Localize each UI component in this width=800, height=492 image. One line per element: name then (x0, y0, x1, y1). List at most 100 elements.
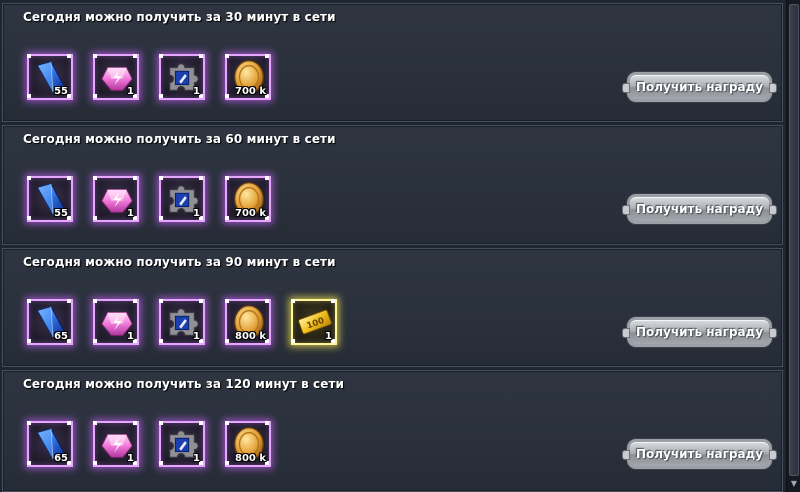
reward-panel: Сегодня можно получить за 90 минут в сет… (2, 248, 783, 367)
slot-corner-sparkle (27, 461, 31, 465)
reward-title: Сегодня можно получить за 60 минут в сет… (23, 132, 336, 146)
item-quantity: 55 (54, 86, 68, 97)
reward-item-slot[interactable]: 1 (159, 421, 205, 467)
slot-corner-sparkle (159, 299, 163, 303)
slot-corner-sparkle (93, 54, 97, 58)
slot-corner-sparkle (159, 94, 163, 98)
slot-corner-sparkle (159, 339, 163, 343)
slot-corner-sparkle (199, 299, 203, 303)
slot-corner-sparkle (93, 216, 97, 220)
reward-panel: Сегодня можно получить за 120 минут в се… (2, 370, 783, 492)
slot-corner-sparkle (225, 54, 229, 58)
slot-corner-sparkle (27, 421, 31, 425)
slot-corner-sparkle (291, 299, 295, 303)
item-quantity: 1 (127, 331, 134, 342)
slot-corner-sparkle (159, 421, 163, 425)
item-quantity: 1 (193, 86, 200, 97)
slot-corner-sparkle (225, 94, 229, 98)
slot-corner-sparkle (27, 299, 31, 303)
reward-item-slot[interactable]: 55 (27, 176, 73, 222)
reward-item-slot[interactable]: 65 (27, 421, 73, 467)
slot-corner-sparkle (133, 54, 137, 58)
reward-item-slot[interactable]: 1 (93, 54, 139, 100)
scrollbar-thumb[interactable] (789, 4, 799, 476)
reward-title: Сегодня можно получить за 120 минут в се… (23, 377, 345, 391)
slot-corner-sparkle (265, 176, 269, 180)
reward-item-slot[interactable]: 800 k (225, 299, 271, 345)
slot-corner-sparkle (199, 421, 203, 425)
reward-item-slot[interactable]: 55 (27, 54, 73, 100)
item-quantity: 800 k (234, 331, 266, 342)
item-quantity: 700 k (234, 208, 266, 219)
reward-list: Сегодня можно получить за 30 минут в сет… (0, 0, 786, 492)
item-quantity: 1 (127, 453, 134, 464)
reward-item-slot[interactable]: 1 (159, 299, 205, 345)
slot-corner-sparkle (27, 176, 31, 180)
slot-corner-sparkle (93, 461, 97, 465)
reward-item-slot[interactable]: 1 (93, 176, 139, 222)
reward-item-slot[interactable]: 1 (159, 54, 205, 100)
reward-item-slot[interactable]: 700 k (225, 54, 271, 100)
reward-panel: Сегодня можно получить за 60 минут в сет… (2, 125, 783, 245)
slot-corner-sparkle (27, 216, 31, 220)
claim-reward-button[interactable]: Получить награду (622, 317, 777, 347)
reward-title: Сегодня можно получить за 30 минут в сет… (23, 10, 336, 24)
slot-corner-sparkle (27, 339, 31, 343)
slot-corner-sparkle (159, 54, 163, 58)
slot-corner-sparkle (133, 299, 137, 303)
slot-corner-sparkle (265, 299, 269, 303)
slot-corner-sparkle (27, 94, 31, 98)
slot-corner-sparkle (199, 176, 203, 180)
slot-corner-sparkle (93, 421, 97, 425)
slot-corner-sparkle (225, 421, 229, 425)
reward-item-slot[interactable]: 1 (93, 421, 139, 467)
slot-corner-sparkle (331, 299, 335, 303)
slot-corner-sparkle (225, 461, 229, 465)
reward-item-slot[interactable]: 65 (27, 299, 73, 345)
slot-corner-sparkle (225, 176, 229, 180)
item-quantity: 55 (54, 208, 68, 219)
claim-reward-button[interactable]: Получить награду (622, 439, 777, 469)
item-quantity: 700 k (234, 86, 266, 97)
reward-item-slot[interactable]: 100 1 (291, 299, 337, 345)
slot-corner-sparkle (27, 54, 31, 58)
slot-corner-sparkle (225, 339, 229, 343)
slot-corner-sparkle (199, 54, 203, 58)
item-quantity: 1 (193, 208, 200, 219)
reward-item-slot[interactable]: 800 k (225, 421, 271, 467)
item-quantity: 65 (54, 453, 68, 464)
item-quantity: 65 (54, 331, 68, 342)
item-quantity: 1 (127, 208, 134, 219)
reward-item-slot[interactable]: 700 k (225, 176, 271, 222)
slot-corner-sparkle (67, 299, 71, 303)
slot-corner-sparkle (133, 176, 137, 180)
reward-item-slot[interactable]: 1 (159, 176, 205, 222)
slot-corner-sparkle (265, 421, 269, 425)
slot-corner-sparkle (93, 299, 97, 303)
reward-title: Сегодня можно получить за 90 минут в сет… (23, 255, 336, 269)
slot-corner-sparkle (67, 176, 71, 180)
item-quantity: 1 (325, 331, 332, 342)
item-quantity: 800 k (234, 453, 266, 464)
slot-corner-sparkle (93, 339, 97, 343)
slot-corner-sparkle (133, 421, 137, 425)
claim-reward-button[interactable]: Получить награду (622, 194, 777, 224)
item-quantity: 1 (193, 331, 200, 342)
slot-corner-sparkle (159, 461, 163, 465)
slot-corner-sparkle (265, 54, 269, 58)
claim-reward-button[interactable]: Получить награду (622, 72, 777, 102)
slot-corner-sparkle (93, 94, 97, 98)
slot-corner-sparkle (225, 216, 229, 220)
slot-corner-sparkle (159, 176, 163, 180)
slot-corner-sparkle (291, 339, 295, 343)
scrollbar[interactable]: ▼ (786, 0, 800, 492)
slot-corner-sparkle (67, 421, 71, 425)
item-quantity: 1 (127, 86, 134, 97)
item-quantity: 1 (193, 453, 200, 464)
slot-corner-sparkle (67, 54, 71, 58)
reward-item-slot[interactable]: 1 (93, 299, 139, 345)
slot-corner-sparkle (225, 299, 229, 303)
scroll-down-arrow-icon[interactable]: ▼ (789, 479, 799, 489)
slot-corner-sparkle (159, 216, 163, 220)
slot-corner-sparkle (93, 176, 97, 180)
